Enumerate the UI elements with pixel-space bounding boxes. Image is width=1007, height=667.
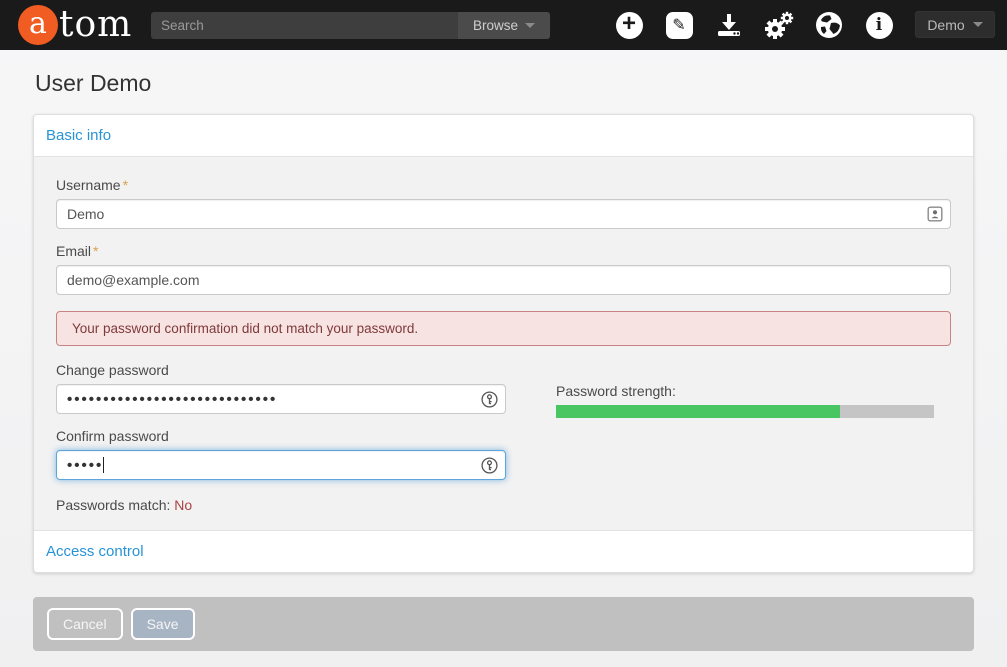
quick-links-button[interactable]: i [854, 12, 904, 39]
change-password-label: Change password [56, 362, 506, 378]
username-input[interactable] [56, 199, 951, 229]
basic-info-link[interactable]: Basic info [46, 127, 111, 144]
atom-logo-text: tom [59, 4, 132, 45]
required-asterisk: * [123, 177, 128, 193]
confirm-password-input[interactable] [56, 450, 506, 480]
password-row: Change password Confirm password [56, 362, 951, 513]
language-globe-icon [815, 11, 843, 39]
confirm-password-field-group: Confirm password [56, 428, 506, 480]
username-label: Username* [56, 177, 951, 193]
section-basic-info[interactable]: Basic info [34, 115, 973, 156]
error-message: Your password confirmation did not match… [56, 311, 951, 346]
text-cursor [103, 457, 104, 473]
user-menu-button[interactable]: Demo [915, 11, 995, 38]
email-field-group: Email* [56, 243, 951, 295]
info-icon: i [866, 12, 893, 39]
cancel-button[interactable]: Cancel [47, 608, 123, 640]
email-label: Email* [56, 243, 951, 259]
user-menu-label: Demo [927, 17, 964, 33]
autofill-contact-icon[interactable] [927, 206, 943, 222]
browse-button[interactable]: Browse [458, 12, 550, 39]
email-input[interactable] [56, 265, 951, 295]
edit-pencil-icon: ✎ [666, 12, 693, 39]
import-button[interactable] [704, 11, 754, 39]
user-edit-form: Basic info Username* Email* [33, 114, 974, 573]
admin-gears-icon [764, 10, 794, 40]
page-title: User Demo [35, 70, 974, 97]
passwords-match-value: No [174, 497, 192, 513]
edit-button[interactable]: ✎ [654, 12, 704, 39]
password-strength-track [556, 405, 934, 418]
import-download-icon [715, 11, 743, 39]
search-input[interactable] [151, 12, 458, 39]
save-button[interactable]: Save [131, 608, 195, 640]
add-icon: + [616, 12, 643, 39]
browse-button-label: Browse [473, 18, 518, 33]
header-icon-bar: + ✎ [604, 0, 904, 50]
caret-down-icon [525, 23, 535, 28]
caret-down-icon [973, 22, 983, 27]
passwords-match-status: Passwords match: No [56, 497, 506, 513]
password-strength-label: Password strength: [556, 383, 934, 399]
basic-info-body: Username* Email* [34, 156, 973, 531]
form-actions-bar: Cancel Save [33, 597, 974, 651]
add-button[interactable]: + [604, 12, 654, 39]
app-header: atom Browse + ✎ [0, 0, 1007, 50]
atom-logo[interactable]: atom [18, 4, 132, 45]
section-access-control[interactable]: Access control [34, 531, 973, 572]
search-bar: Browse [151, 12, 550, 39]
password-strength-group: Password strength: [556, 383, 934, 513]
language-button[interactable] [804, 11, 854, 39]
access-control-link[interactable]: Access control [46, 543, 144, 560]
change-password-field-group: Change password [56, 362, 506, 414]
passwords-match-label: Passwords match: [56, 497, 170, 513]
password-key-icon[interactable] [481, 391, 498, 408]
atom-logo-a-badge: a [18, 5, 58, 45]
confirm-password-label: Confirm password [56, 428, 506, 444]
required-asterisk: * [93, 243, 98, 259]
username-field-group: Username* [56, 177, 951, 229]
password-key-icon[interactable] [481, 457, 498, 474]
password-strength-fill [556, 405, 840, 418]
change-password-input[interactable] [56, 384, 506, 414]
admin-button[interactable] [754, 10, 804, 40]
main-content: User Demo Basic info Username* [0, 70, 1007, 651]
